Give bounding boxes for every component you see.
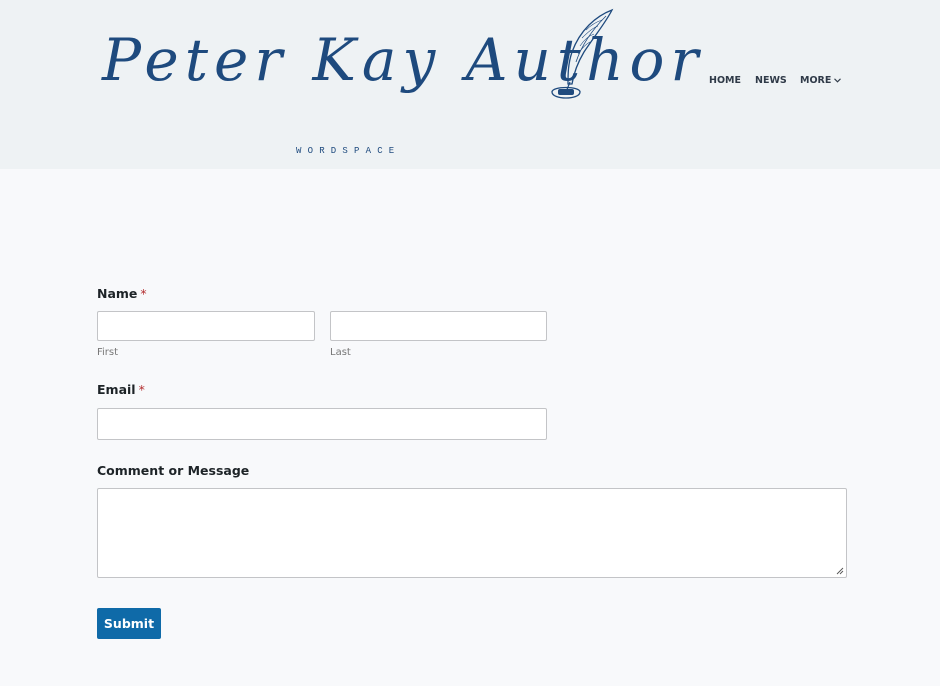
nav-more-label: MORE <box>800 75 832 86</box>
name-label-text: Name <box>97 286 138 301</box>
first-name-input[interactable] <box>97 311 315 341</box>
required-asterisk: * <box>138 382 145 397</box>
first-name-sublabel: First <box>97 347 119 358</box>
last-name-sublabel: Last <box>330 347 351 358</box>
submit-button[interactable]: Submit <box>97 608 161 639</box>
email-label: Email * <box>97 382 145 397</box>
site-logo[interactable]: Peter Kay Author <box>100 8 698 128</box>
last-name-input[interactable] <box>330 311 547 341</box>
site-tagline: WORDSPACE <box>296 146 401 156</box>
email-input[interactable] <box>97 408 547 440</box>
message-label: Comment or Message <box>97 463 250 478</box>
resize-handle-icon[interactable] <box>836 567 844 575</box>
nav-more-menu[interactable]: MORE <box>800 75 842 86</box>
name-label: Name * <box>97 286 147 301</box>
nav-news-link[interactable]: NEWS <box>755 75 787 86</box>
nav-home-link[interactable]: HOME <box>709 75 741 86</box>
chevron-down-icon <box>834 78 842 83</box>
email-label-text: Email <box>97 382 136 397</box>
required-asterisk: * <box>140 286 147 301</box>
message-textarea[interactable] <box>97 488 847 578</box>
site-header: Peter Kay Author WORDSPACE HOME NEWS MOR… <box>0 0 940 169</box>
quill-inkwell-icon <box>551 8 614 99</box>
